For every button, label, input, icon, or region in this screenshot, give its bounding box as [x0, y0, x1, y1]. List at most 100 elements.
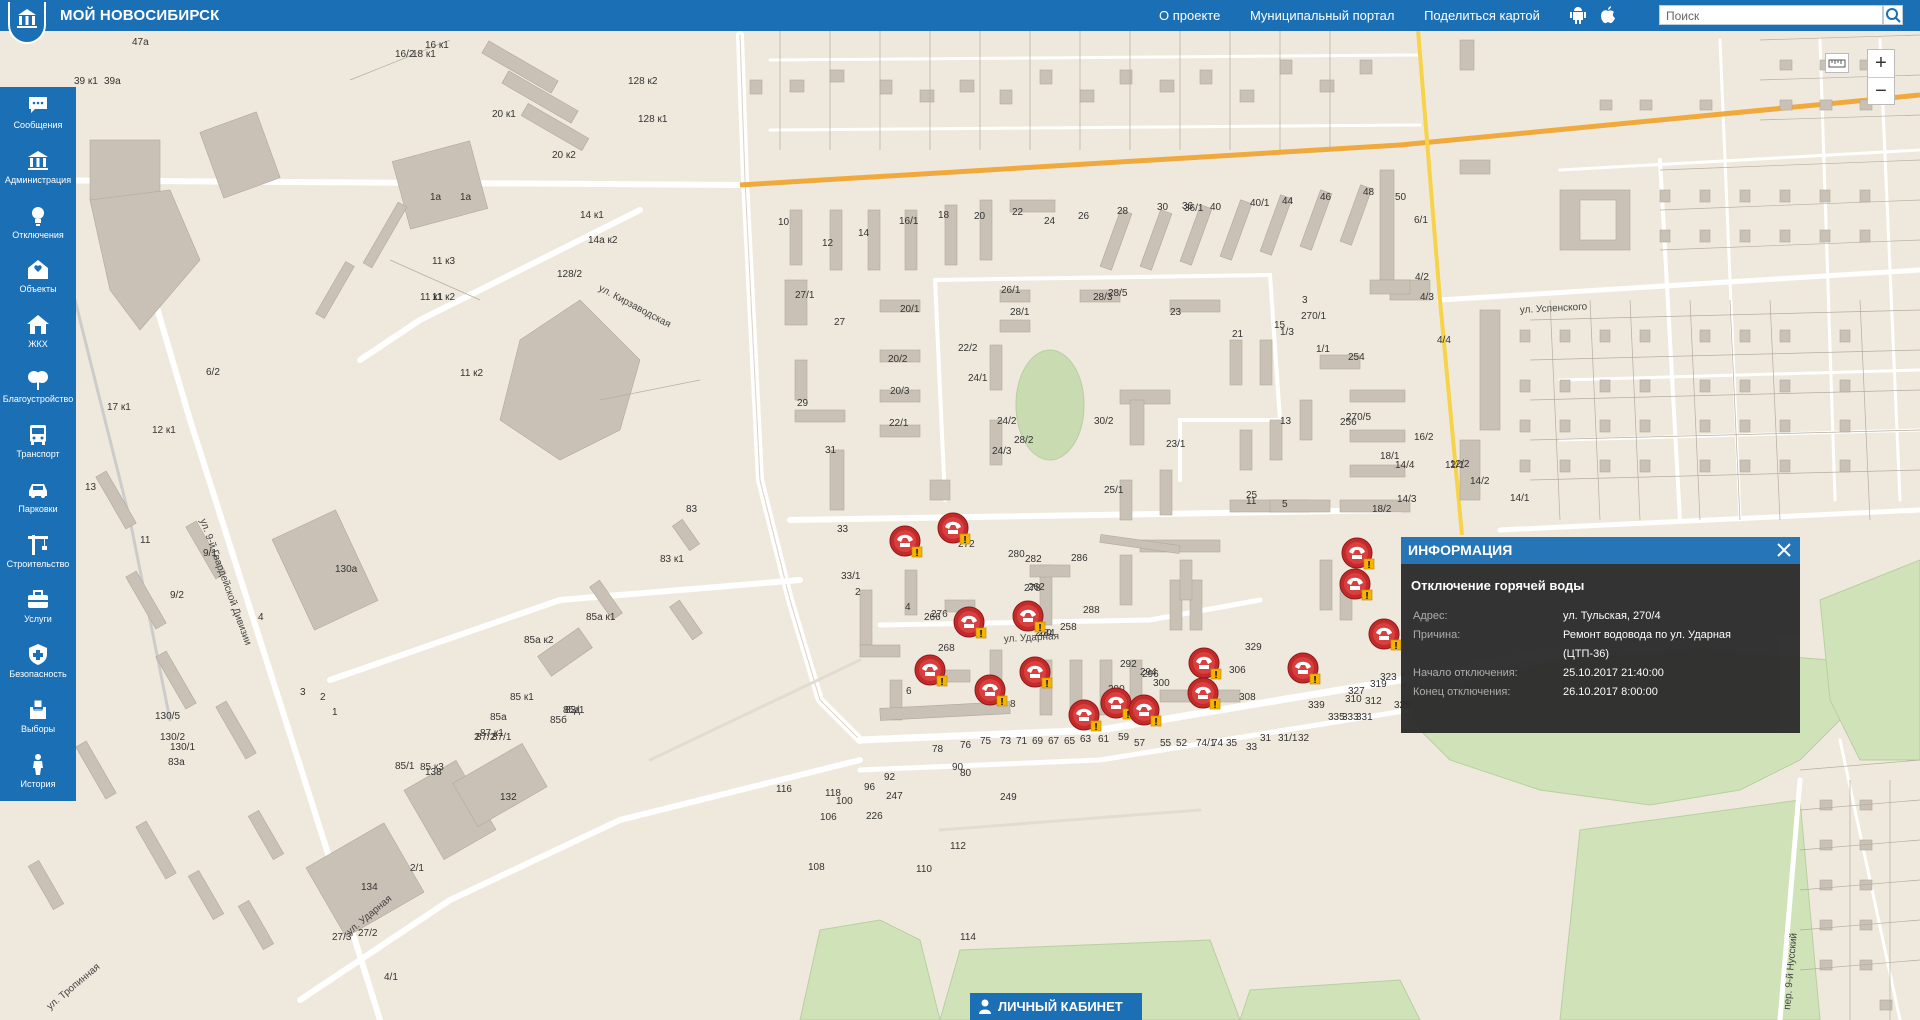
sidebar-item-label: Сообщения — [13, 120, 63, 130]
house-number: 8 — [1010, 699, 1016, 710]
sidebar-item-label: Администрация — [4, 175, 72, 185]
house-number: 28/1 — [1010, 307, 1030, 318]
house-number: 247 — [886, 791, 903, 802]
house-number: 96 — [864, 782, 876, 793]
house-number: 6/1 — [1414, 215, 1428, 226]
svg-text:!: ! — [1394, 641, 1397, 652]
sidebar-item-transport[interactable]: Транспорт — [0, 416, 76, 471]
sidebar-item-objects[interactable]: Объекты — [0, 251, 76, 306]
zoom-in-button[interactable]: + — [1868, 50, 1894, 78]
sidebar-item-messages[interactable]: Сообщения — [0, 87, 76, 142]
house-number: 1а — [460, 192, 472, 203]
popup-row-reason-cont: (ЦТП-36) — [1563, 648, 1609, 660]
sidebar-item-housing[interactable]: ЖКХ — [0, 306, 76, 361]
house-number: 288 — [1083, 605, 1100, 616]
house-number: 20 к2 — [552, 150, 576, 161]
house-number: 59 — [1118, 732, 1130, 743]
house-number: 278 — [1024, 583, 1041, 594]
house-number: 65 — [1064, 736, 1076, 747]
house-number: 25/1 — [1104, 485, 1124, 496]
close-icon[interactable] — [1776, 542, 1792, 558]
personal-cabinet-button[interactable]: ЛИЧНЫЙ КАБИНЕТ — [970, 993, 1142, 1020]
search-icon — [1886, 8, 1901, 23]
sidebar-item-construction[interactable]: Строительство — [0, 526, 76, 581]
house-number: 90 — [952, 762, 964, 773]
zoom-out-button[interactable]: − — [1868, 78, 1894, 105]
objects-icon — [28, 260, 48, 279]
house-number: 308 — [1239, 692, 1256, 703]
sidebar-item-label: Объекты — [19, 284, 57, 294]
search-button[interactable] — [1883, 5, 1903, 25]
sidebar-item-history[interactable]: История — [0, 746, 76, 801]
svg-text:!: ! — [1000, 697, 1003, 708]
house-number: 78 — [932, 744, 944, 755]
sidebar-item-administration[interactable]: Администрация — [0, 142, 76, 197]
house-number: 306 — [1229, 665, 1246, 676]
sidebar-item-landscaping[interactable]: Благоустройство — [0, 361, 76, 416]
house-number: 270/1 — [1301, 311, 1326, 322]
house-number: 16/2 — [1414, 432, 1434, 443]
about-link[interactable]: О проекте — [1159, 8, 1220, 23]
android-icon[interactable] — [1570, 6, 1586, 29]
house-number: 28/5 — [1108, 288, 1128, 299]
house-number: 92 — [884, 772, 896, 783]
house-number: 1/3 — [1280, 327, 1294, 338]
city-map[interactable]: ул. Кирзаводская ул. 9-й Гвардейской Див… — [0, 0, 1920, 1020]
house-number: 14а к2 — [588, 235, 618, 246]
messages-icon — [29, 97, 47, 113]
ruler-button[interactable] — [1825, 53, 1849, 73]
house-number: 47а — [132, 37, 149, 48]
house-number: 9/2 — [170, 590, 184, 601]
house-number: 85а к2 — [524, 635, 554, 646]
sidebar-item-label: Выборы — [20, 724, 56, 734]
house-number: 20 к1 — [492, 109, 516, 120]
apple-icon[interactable] — [1600, 6, 1616, 29]
house-number: 57 — [1134, 738, 1146, 749]
house-number: 85 к1 — [510, 692, 534, 703]
house-number: 33 — [837, 524, 849, 535]
house-number: 35 — [1226, 738, 1238, 749]
house-number: 14 — [858, 228, 870, 239]
municipal-portal-link[interactable]: Муниципальный портал — [1250, 8, 1395, 23]
house-number: 114 — [960, 932, 976, 943]
house-number: 4 — [258, 612, 264, 623]
svg-text:!: ! — [940, 677, 943, 688]
administration-icon — [28, 151, 48, 170]
search-input[interactable]: Поиск — [1659, 5, 1883, 25]
sidebar-item-label: Благоустройство — [2, 394, 74, 404]
house-number: 14/3 — [1397, 494, 1417, 505]
house-number: 20/3 — [890, 386, 910, 397]
sidebar-item-parking[interactable]: Парковки — [0, 471, 76, 526]
house-number: 1а — [430, 192, 442, 203]
svg-text:!: ! — [963, 535, 966, 546]
sidebar-item-outages[interactable]: Отключения — [0, 197, 76, 252]
house-number: 12 — [822, 238, 834, 249]
house-number: 40/1 — [1250, 198, 1270, 209]
house-number: 2/1 — [410, 863, 424, 874]
sidebar-item-label: Безопасность — [9, 669, 67, 679]
house-number: 61 — [1098, 734, 1110, 745]
house-number: 83 к1 — [660, 554, 684, 565]
house-number: 282 — [1025, 554, 1042, 565]
svg-text:!: ! — [1094, 722, 1097, 733]
sidebar-item-services[interactable]: Услуги — [0, 581, 76, 636]
house-number: 132 — [500, 792, 517, 803]
house-number: 110 — [916, 864, 932, 875]
house-number: 300 — [1153, 678, 1170, 689]
house-number: 24/3 — [992, 446, 1012, 457]
svg-text:!: ! — [1154, 717, 1157, 728]
house-number: 18/1 — [1380, 451, 1400, 462]
city-logo[interactable] — [8, 2, 46, 44]
svg-text:!: ! — [1365, 591, 1368, 602]
house-number: 18 — [938, 210, 950, 221]
house-number: 11 к3 — [432, 256, 456, 267]
svg-text:!: ! — [979, 629, 982, 640]
landscaping-icon — [28, 371, 48, 390]
sidebar-item-security[interactable]: Безопасность — [0, 636, 76, 691]
sidebar-item-elections[interactable]: Выборы — [0, 691, 76, 746]
house-number: 36/1 — [1184, 203, 1204, 214]
share-map-link[interactable]: Поделиться картой — [1424, 8, 1540, 23]
house-number: 130/5 — [155, 711, 180, 722]
app-title[interactable]: МОЙ НОВОСИБИРСК — [60, 7, 220, 24]
house-number: 31/1 — [1278, 733, 1298, 744]
